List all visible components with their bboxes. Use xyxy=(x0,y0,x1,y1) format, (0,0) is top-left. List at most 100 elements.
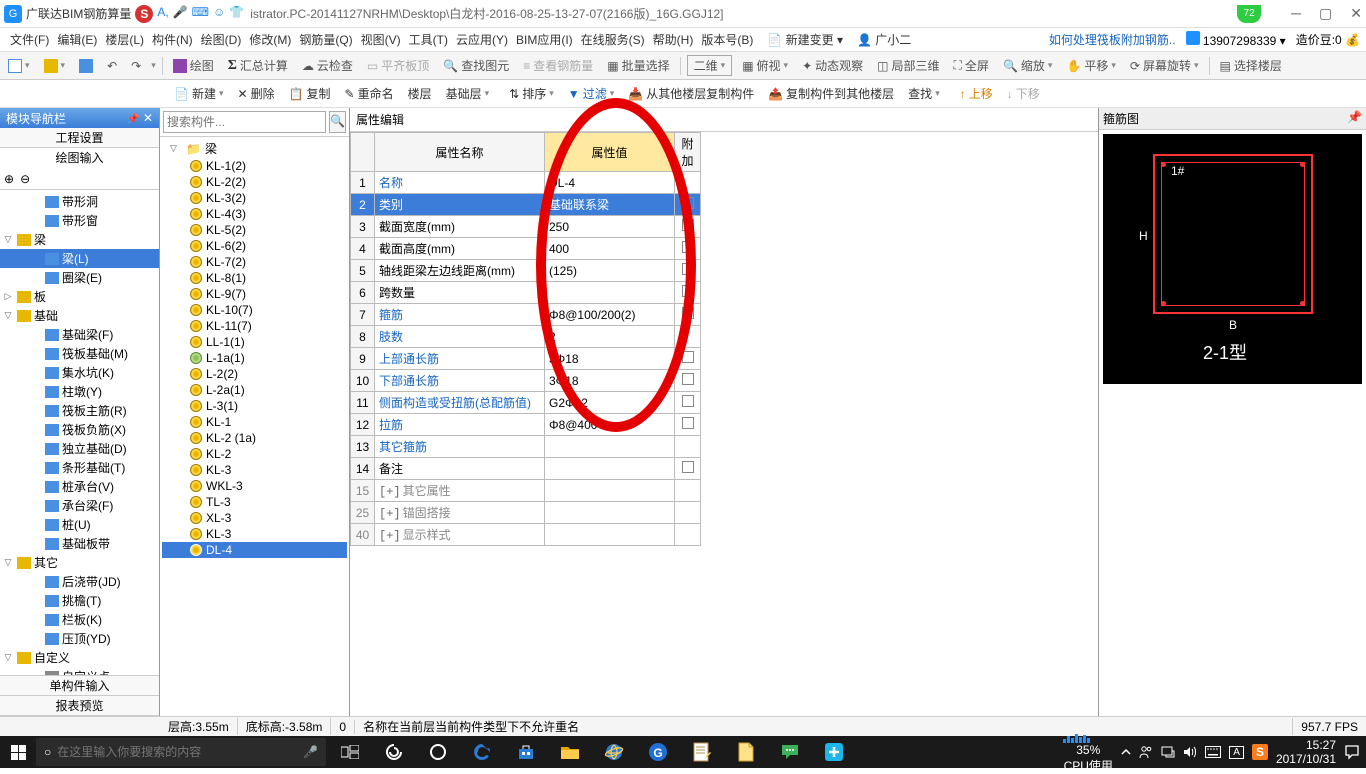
app-circle-icon[interactable] xyxy=(418,736,458,768)
tray-people-icon[interactable] xyxy=(1139,745,1153,759)
open-file-button[interactable]: ▾ xyxy=(40,57,70,75)
view-steel-button[interactable]: ≡ 查看钢筋量 xyxy=(519,55,597,76)
tree-item[interactable]: 基础板带 xyxy=(0,534,159,553)
menu-item[interactable]: 版本号(B) xyxy=(697,31,757,49)
ime-skin-icon[interactable]: 👕 xyxy=(229,5,244,23)
menu-item[interactable]: 工具(T) xyxy=(405,31,452,49)
tree-item[interactable]: ▷板 xyxy=(0,287,159,306)
component-item[interactable]: KL-6(2) xyxy=(162,238,347,254)
tree-item[interactable]: 基础梁(F) xyxy=(0,325,159,344)
tray-keyboard-icon[interactable] xyxy=(1205,746,1221,758)
flat-top-button[interactable]: ▭ 平齐板顶 xyxy=(363,55,433,76)
move-down-button[interactable]: ↓ 下移 xyxy=(1003,83,1044,104)
menu-item[interactable]: 楼层(L) xyxy=(101,31,148,49)
component-item[interactable]: LL-1(1) xyxy=(162,334,347,350)
property-row[interactable]: 9上部通长筋3Φ18 xyxy=(351,348,701,370)
move-up-button[interactable]: ↑ 上移 xyxy=(956,83,997,104)
tree-item[interactable]: ▽基础 xyxy=(0,306,159,325)
comp-root[interactable]: ▽📁梁 xyxy=(162,139,347,158)
dim-2d-select[interactable]: 二维 ▾ xyxy=(687,55,733,76)
menu-item[interactable]: 文件(F) xyxy=(6,31,53,49)
save-button[interactable] xyxy=(75,57,97,75)
select-floor-button[interactable]: ▤ 选择楼层 xyxy=(1216,55,1286,76)
app-g-icon[interactable]: G xyxy=(638,736,678,768)
tab-project-settings[interactable]: 工程设置 xyxy=(0,128,159,148)
property-row[interactable]: 2类别基础联系梁 xyxy=(351,194,701,216)
component-item[interactable]: KL-2 (1a) xyxy=(162,430,347,446)
zoom-button[interactable]: 🔍 缩放 ▾ xyxy=(999,55,1057,76)
help-link[interactable]: 如何处理筏板附加钢筋.. xyxy=(1049,31,1176,48)
rename-button[interactable]: ✎ 重命名 xyxy=(341,83,398,104)
tab-report-preview[interactable]: 报表预览 xyxy=(0,696,159,716)
cpu-usage-widget[interactable]: 35%CPU使用 xyxy=(1063,731,1113,774)
find-button[interactable]: 查找 ▾ xyxy=(904,83,944,104)
property-row[interactable]: 8肢数2 xyxy=(351,326,701,348)
property-row[interactable]: 10下部通长筋3Φ18 xyxy=(351,370,701,392)
tree-item[interactable]: 筏板主筋(R) xyxy=(0,401,159,420)
app-swirl-icon[interactable] xyxy=(374,736,414,768)
component-item[interactable]: KL-5(2) xyxy=(162,222,347,238)
new-file-button[interactable]: ▾ xyxy=(4,57,34,75)
tree-item[interactable]: 筏板负筋(X) xyxy=(0,420,159,439)
notification-center-icon[interactable] xyxy=(1344,744,1360,760)
property-row[interactable]: 12拉筋Φ8@400 xyxy=(351,414,701,436)
tree-item[interactable]: 带形洞 xyxy=(0,192,159,211)
fullscreen-button[interactable]: ⛶ 全屏 xyxy=(950,55,993,76)
sort-button[interactable]: ⇅ 排序 ▾ xyxy=(505,83,558,104)
top-view-button[interactable]: ▦ 俯视 ▾ xyxy=(738,55,792,76)
preview-pin-icon[interactable]: 📌 xyxy=(1347,110,1362,127)
tree-item[interactable]: 承台梁(F) xyxy=(0,496,159,515)
task-view-button[interactable] xyxy=(330,736,370,768)
menu-item[interactable]: 在线服务(S) xyxy=(577,31,649,49)
tree-item[interactable]: 挑檐(T) xyxy=(0,591,159,610)
find-primitive-button[interactable]: 🔍 查找图元 xyxy=(439,55,513,76)
tray-letter-icon[interactable]: A xyxy=(1229,746,1244,759)
copy-button[interactable]: 📋 复制 xyxy=(285,83,335,104)
component-item[interactable]: KL-2 xyxy=(162,446,347,462)
component-item[interactable]: TL-3 xyxy=(162,494,347,510)
app-doc-icon[interactable] xyxy=(726,736,766,768)
component-item[interactable]: KL-9(7) xyxy=(162,286,347,302)
tree-item[interactable]: 圈梁(E) xyxy=(0,268,159,287)
component-item[interactable]: KL-7(2) xyxy=(162,254,347,270)
expand-icon[interactable]: ⊕ xyxy=(4,172,14,186)
dynamic-view-button[interactable]: ✦ 动态观察 xyxy=(798,55,867,76)
pan-button[interactable]: ✋ 平移 ▾ xyxy=(1062,55,1120,76)
ime-face-icon[interactable]: ☺ xyxy=(213,5,225,23)
app-plus-icon[interactable] xyxy=(814,736,854,768)
component-item[interactable]: L-2(2) xyxy=(162,366,347,382)
component-item[interactable]: WKL-3 xyxy=(162,478,347,494)
component-item[interactable]: XL-3 xyxy=(162,510,347,526)
property-row[interactable]: 6跨数量 xyxy=(351,282,701,304)
component-item[interactable]: L-3(1) xyxy=(162,398,347,414)
tree-item[interactable]: ▽其它 xyxy=(0,553,159,572)
component-item[interactable]: L-1a(1) xyxy=(162,350,347,366)
app-chat-icon[interactable] xyxy=(770,736,810,768)
draw-button[interactable]: 绘图 xyxy=(169,55,218,76)
search-mic-icon[interactable]: 🎤 xyxy=(303,745,318,759)
tree-item[interactable]: 桩(U) xyxy=(0,515,159,534)
batch-select-button[interactable]: ▦ 批量选择 xyxy=(603,55,673,76)
menu-item[interactable]: 帮助(H) xyxy=(649,31,698,49)
tree-item[interactable]: 柱墩(Y) xyxy=(0,382,159,401)
component-item[interactable]: KL-11(7) xyxy=(162,318,347,334)
search-button[interactable]: 🔍 xyxy=(329,111,346,133)
menu-item[interactable]: 绘图(D) xyxy=(197,31,246,49)
collapse-icon[interactable]: ⊖ xyxy=(20,172,30,186)
close-button[interactable]: ✕ xyxy=(1350,5,1362,22)
component-item[interactable]: KL-4(3) xyxy=(162,206,347,222)
property-row[interactable]: 3截面宽度(mm)250 xyxy=(351,216,701,238)
taskbar-search[interactable]: ○ 🎤 xyxy=(36,738,326,766)
panel-close-icon[interactable]: ✕ xyxy=(143,111,153,125)
local-3d-button[interactable]: ◫ 局部三维 xyxy=(873,55,943,76)
property-row[interactable]: 25[+]锚固搭接 xyxy=(351,502,701,524)
menu-item[interactable]: 构件(N) xyxy=(148,31,197,49)
maximize-button[interactable]: ▢ xyxy=(1319,5,1332,22)
component-item[interactable]: KL-8(1) xyxy=(162,270,347,286)
menu-item[interactable]: 视图(V) xyxy=(357,31,405,49)
tree-item[interactable]: 梁(L) xyxy=(0,249,159,268)
tree-item[interactable]: 栏板(K) xyxy=(0,610,159,629)
new-component-button[interactable]: 📄 新建 ▾ xyxy=(170,83,228,104)
menu-item[interactable]: 编辑(E) xyxy=(53,31,101,49)
tree-item[interactable]: 自定义点 xyxy=(0,667,159,675)
